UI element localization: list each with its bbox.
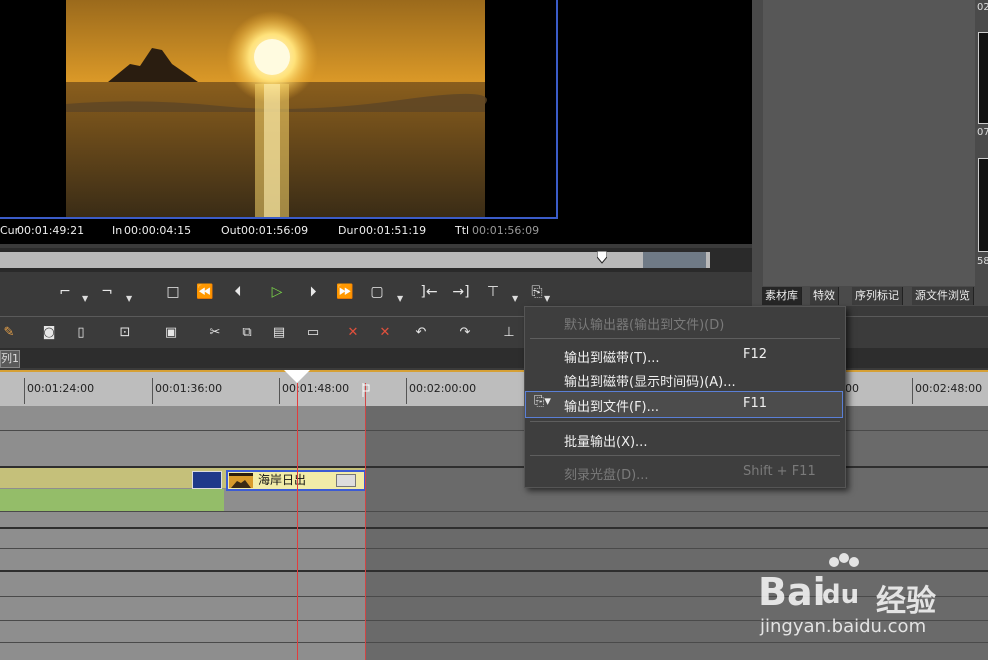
chevron-down-icon[interactable]: ▼ [544,294,550,303]
asset-thumbnail[interactable] [978,158,988,252]
scrub-playhead-icon[interactable] [596,250,608,264]
ruler-label: 00:02:48:00 [915,382,983,395]
step-back-icon[interactable]: ⏴ [227,282,249,302]
menu-item-output-to-tape-timecode[interactable]: 输出到磁带(显示时间码)(A)... [564,371,736,390]
menu-item-output-to-tape[interactable]: 输出到磁带(T)... [564,347,659,366]
out-marker-icon[interactable] [362,382,370,397]
step-forward-icon[interactable]: ⏵ [302,282,324,302]
out-point-line [365,383,366,660]
rewind-icon[interactable]: ⏪ [194,282,216,302]
delete-icon[interactable]: ✕ [344,324,362,342]
watermark-brand-a: Bai [758,570,826,614]
redo-icon[interactable]: ↷ [456,324,474,342]
thumb-label: 02 [977,2,988,13]
goto-out-icon[interactable]: →] [450,282,472,302]
split-icon[interactable]: ⊤ [482,282,504,302]
chevron-down-icon[interactable]: ▼ [82,294,88,303]
ruler-tick [24,378,25,404]
ttl-label: Ttl [455,224,470,237]
track-divider [0,642,988,643]
marker-icon[interactable]: ⊥ [500,324,518,342]
clip-thumbnail-icon [229,473,253,488]
ruler-label: 00:01:48:00 [282,382,350,395]
ripple-delete-icon[interactable]: ✕ [376,324,394,342]
ruler-label: 00 [845,382,859,395]
asset-panel-content [763,0,975,286]
in-label: In [112,224,123,237]
sequence-tab[interactable]: 列1 [0,350,20,368]
watermark-brand-b: du [822,580,860,610]
group-icon[interactable]: ▭ [304,324,322,342]
cur-value: 00:01:49:21 [17,224,85,237]
clip-end-icon [336,474,356,487]
baidu-watermark: Bai du 经验 jingyan.baidu.com [758,552,958,642]
timeline-playhead-icon[interactable] [284,370,310,383]
menu-separator [530,421,840,422]
tab-library[interactable]: 素材库 [762,287,802,305]
menu-shortcut: F11 [743,396,768,411]
menu-shortcut: Shift + F11 [743,464,816,479]
new-file-icon[interactable]: ▯ [72,324,90,342]
transition-icon[interactable] [192,471,222,489]
menu-item-batch-output[interactable]: 批量输出(X)... [564,431,647,450]
fast-forward-icon[interactable]: ⏩ [334,282,356,302]
loop-icon[interactable]: ▢ [366,282,388,302]
menu-item-output-to-file[interactable]: 输出到文件(F)... [564,396,659,415]
chevron-down-icon[interactable]: ▼ [397,294,403,303]
out-value: 00:01:56:09 [241,224,309,237]
menu-shortcut: F12 [743,347,768,362]
capture-icon[interactable]: ◙ [40,324,58,342]
playhead-line [297,383,298,660]
watermark-url: jingyan.baidu.com [760,616,927,637]
mark-in-icon[interactable]: ⌐ [54,282,76,302]
thumb-label: 58 [977,256,988,267]
ruler-tick [152,378,153,404]
out-label: Out [221,224,241,237]
tool-pen-icon[interactable]: ✎ [0,324,18,342]
goto-in-icon[interactable]: ]← [418,282,440,302]
tab-sequence-markers[interactable]: 序列标记 [852,287,903,305]
mark-out-icon[interactable]: ¬ [96,282,118,302]
video-preview [0,0,558,219]
dur-value: 00:01:51:19 [359,224,427,237]
play-icon[interactable]: ▷ [266,282,288,302]
ruler-tick [279,378,280,404]
clip-name: 海岸日出 [258,473,307,487]
audio-track-bar[interactable] [0,489,224,511]
save-icon[interactable]: ▣ [162,324,180,342]
chevron-down-icon[interactable]: ▼ [512,294,518,303]
in-value: 00:00:04:15 [124,224,192,237]
ruler-label: 00:02:00:00 [409,382,477,395]
asset-thumbnail[interactable] [978,32,988,124]
ruler-tick [406,378,407,404]
paste-icon[interactable]: ▤ [270,324,288,342]
ruler-label: 00:01:24:00 [27,382,95,395]
ttl-value: 00:01:56:09 [472,224,540,237]
output-to-file-icon: ⎘▾ [534,394,551,409]
track-divider [0,511,988,512]
menu-item-burn-disc[interactable]: 刻录光盘(D)... [564,464,649,483]
ruler-tick [912,378,913,404]
sunset-frame-image [66,0,487,217]
import-icon[interactable]: ⊡ [116,324,134,342]
tab-source-browser[interactable]: 源文件浏览 [912,287,974,305]
menu-separator [530,338,840,339]
paw-icon [824,552,864,580]
track-divider [0,527,988,529]
timeline-active-region [0,406,366,660]
scrub-out-region [643,252,706,268]
menu-item-default-output[interactable]: 默认输出器(输出到文件)(D) [564,314,724,333]
stop-icon[interactable]: □ [162,282,184,302]
undo-icon[interactable]: ↶ [412,324,430,342]
dur-label: Dur [338,224,358,237]
thumb-label: 07 [977,127,988,138]
watermark-brand-c: 经验 [876,584,936,619]
chevron-down-icon[interactable]: ▼ [126,294,132,303]
ruler-label: 00:01:36:00 [155,382,223,395]
copy-icon[interactable]: ⧉ [238,324,256,342]
track-divider [0,548,988,549]
menu-separator [530,455,840,456]
cut-icon[interactable]: ✂ [206,324,224,342]
tab-effects[interactable]: 特效 [810,287,839,305]
